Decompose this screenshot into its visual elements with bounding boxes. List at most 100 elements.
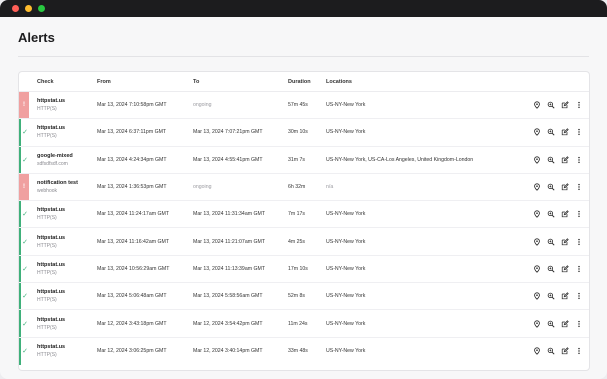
table-row[interactable]: ✓ httpstat.us HTTP(S) Mar 12, 2024 3:06:… (19, 337, 589, 365)
pin-icon[interactable] (533, 265, 541, 273)
check-type: HTTP(S) (37, 269, 57, 276)
more-icon[interactable] (575, 183, 583, 191)
page-title: Alerts (18, 30, 55, 45)
edit-icon[interactable] (561, 156, 569, 164)
column-header-locations[interactable]: Locations (326, 79, 526, 85)
more-icon[interactable] (575, 156, 583, 164)
edit-icon[interactable] (561, 237, 569, 246)
table-row[interactable]: ✓ httpstat.us HTTP(S) Mar 13, 2024 11:24… (19, 201, 589, 229)
minimize-window-button[interactable] (25, 5, 32, 12)
check-name[interactable]: httpstat.us (37, 124, 97, 132)
inspect-icon[interactable] (547, 156, 555, 164)
status-indicator: ✓ (19, 146, 29, 173)
inspect-icon[interactable] (547, 265, 555, 273)
edit-icon[interactable] (561, 265, 569, 273)
check-name[interactable]: httpstat.us (37, 97, 97, 105)
alert-locations: US-NY-New York (326, 293, 366, 300)
inspect-icon[interactable] (547, 292, 555, 300)
row-actions (533, 228, 583, 254)
alert-duration: 7m 17s (288, 211, 306, 218)
zoom-window-button[interactable] (38, 5, 45, 12)
alert-from: Mar 12, 2024 3:43:18pm GMT (97, 320, 167, 327)
status-indicator: ✓ (19, 283, 29, 310)
check-icon: ✓ (22, 156, 28, 164)
more-icon[interactable] (575, 238, 583, 246)
pin-icon[interactable] (533, 183, 541, 191)
inspect-icon[interactable] (547, 128, 555, 136)
edit-icon[interactable] (561, 128, 569, 136)
more-icon[interactable] (575, 101, 583, 109)
inspect-icon[interactable] (547, 238, 555, 246)
table-row[interactable]: ✓ httpstat.us HTTP(S) Mar 13, 2024 11:16… (19, 228, 589, 256)
pin-icon[interactable] (533, 238, 541, 246)
alert-locations: US-NY-New York (326, 102, 366, 109)
row-actions (533, 119, 583, 145)
check-name[interactable]: notification test (37, 179, 97, 187)
pin-icon[interactable] (533, 347, 541, 356)
alert-to: ongoing (193, 102, 212, 109)
table-row[interactable]: ! httpstat.us HTTP(S) Mar 13, 2024 7:10:… (19, 92, 589, 120)
alert-to: ongoing (193, 184, 212, 191)
inspect-icon[interactable] (547, 320, 555, 328)
alert-from: Mar 13, 2024 11:16:42am GMT (97, 238, 169, 245)
alert-locations: US-NY-New York (326, 211, 366, 218)
alert-locations: US-NY-New York (326, 320, 366, 327)
alert-to: Mar 13, 2024 11:21:07am GMT (193, 238, 265, 245)
alert-duration: 57m 45s (288, 102, 308, 109)
table-row[interactable]: ! notification test webhook Mar 13, 2024… (19, 173, 589, 202)
alert-locations: US-NY-New York (326, 129, 366, 136)
check-name[interactable]: httpstat.us (37, 261, 97, 269)
alert-to: Mar 13, 2024 5:58:56am GMT (193, 293, 263, 300)
app-window: Alerts Check From To Duration Locations … (0, 0, 607, 379)
table-row[interactable]: ✓ httpstat.us HTTP(S) Mar 12, 2024 3:43:… (19, 310, 589, 338)
check-name[interactable]: httpstat.us (37, 288, 97, 296)
close-window-button[interactable] (12, 5, 19, 12)
more-icon[interactable] (575, 128, 583, 136)
column-header-duration[interactable]: Duration (288, 79, 326, 85)
edit-icon[interactable] (561, 347, 569, 355)
alert-to: Mar 13, 2024 4:55:41pm GMT (193, 156, 263, 163)
pin-icon[interactable] (533, 101, 541, 109)
table-row[interactable]: ✓ httpstat.us HTTP(S) Mar 13, 2024 10:56… (19, 255, 589, 284)
inspect-icon[interactable] (547, 347, 555, 355)
more-icon[interactable] (575, 320, 583, 328)
alert-locations: US-NY-New York (326, 265, 366, 272)
alert-duration: 30m 10s (288, 129, 308, 136)
pin-icon[interactable] (533, 156, 541, 164)
column-header-to[interactable]: To (193, 79, 288, 85)
pin-icon[interactable] (533, 210, 541, 219)
inspect-icon[interactable] (547, 210, 555, 218)
check-name[interactable]: httpstat.us (37, 316, 97, 324)
status-indicator: ✓ (19, 228, 29, 255)
alert-to: Mar 12, 2024 3:54:42pm GMT (193, 320, 263, 327)
alert-from: Mar 13, 2024 10:56:29am GMT (97, 265, 170, 272)
check-name[interactable]: google-mixed (37, 152, 97, 160)
row-actions (533, 174, 583, 200)
more-icon[interactable] (575, 292, 583, 300)
edit-icon[interactable] (561, 292, 569, 300)
alert-from: Mar 12, 2024 3:06:25pm GMT (97, 348, 167, 355)
pin-icon[interactable] (533, 319, 541, 328)
column-header-from[interactable]: From (97, 79, 193, 85)
more-icon[interactable] (575, 265, 583, 273)
table-body: ! httpstat.us HTTP(S) Mar 13, 2024 7:10:… (19, 92, 589, 365)
edit-icon[interactable] (561, 319, 569, 328)
column-header-check[interactable]: Check (19, 79, 97, 85)
more-icon[interactable] (575, 210, 583, 218)
check-name[interactable]: httpstat.us (37, 343, 97, 351)
inspect-icon[interactable] (547, 101, 555, 109)
table-row[interactable]: ✓ httpstat.us HTTP(S) Mar 13, 2024 5:06:… (19, 283, 589, 311)
edit-icon[interactable] (561, 210, 569, 218)
table-row[interactable]: ✓ httpstat.us HTTP(S) Mar 13, 2024 6:37:… (19, 119, 589, 147)
table-row[interactable]: ✓ google-mixed sdfsdfsdf.com Mar 13, 202… (19, 146, 589, 174)
check-name[interactable]: httpstat.us (37, 234, 97, 242)
check-name[interactable]: httpstat.us (37, 206, 97, 214)
more-icon[interactable] (575, 347, 583, 355)
alert-to: Mar 13, 2024 11:13:39am GMT (193, 265, 265, 272)
inspect-icon[interactable] (547, 183, 555, 191)
edit-icon[interactable] (561, 183, 569, 191)
pin-icon[interactable] (533, 128, 541, 137)
pin-icon[interactable] (533, 292, 541, 300)
check-icon: ✓ (22, 238, 28, 246)
edit-icon[interactable] (561, 101, 569, 109)
